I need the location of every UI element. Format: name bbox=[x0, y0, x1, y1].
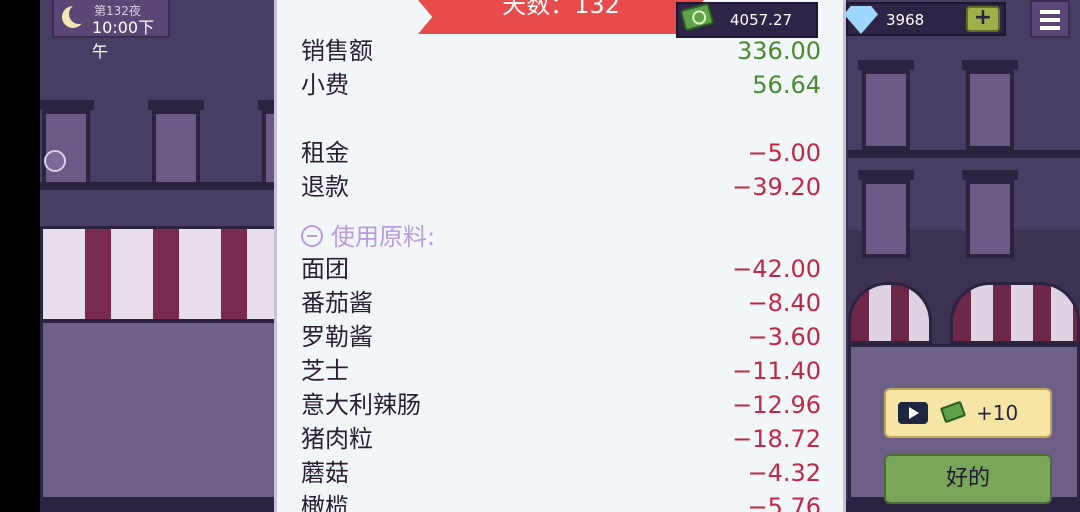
row-value: −39.20 bbox=[732, 173, 821, 201]
income-row: 小费 56.64 bbox=[301, 68, 821, 102]
awning-right-1 bbox=[848, 282, 932, 344]
ingredient-row: 意大利辣肠 −12.96 bbox=[301, 388, 821, 422]
cost-row: 退款 −39.20 bbox=[301, 170, 821, 204]
row-label: 销售额 bbox=[301, 37, 373, 65]
diamond-icon bbox=[844, 6, 878, 34]
ingredient-row: 芝士 −11.40 bbox=[301, 354, 821, 388]
ingredient-row: 罗勒酱 −3.60 bbox=[301, 320, 821, 354]
row-label: 猪肉粒 bbox=[301, 425, 373, 453]
cost-row: 租金 −5.00 bbox=[301, 136, 821, 170]
row-value: −11.40 bbox=[732, 357, 821, 385]
lamp-post bbox=[44, 150, 66, 172]
ingredient-row: 橄榄 −5.76 bbox=[301, 490, 821, 512]
day-banner: 天数：132 bbox=[418, 0, 704, 34]
window bbox=[148, 100, 204, 190]
row-label: 租金 bbox=[301, 139, 349, 167]
clock-time: 10:00下午 bbox=[92, 18, 155, 61]
row-label: 退款 bbox=[301, 173, 349, 201]
day-count: 天数：132 bbox=[502, 0, 620, 19]
row-label: 小费 bbox=[301, 71, 349, 99]
row-label: 面团 bbox=[301, 255, 349, 283]
awning-right-2 bbox=[950, 282, 1080, 344]
awning-left bbox=[40, 226, 280, 322]
row-value: −8.40 bbox=[747, 289, 821, 317]
storefront-left bbox=[40, 320, 280, 500]
row-label: 芝士 bbox=[301, 357, 349, 385]
menu-button[interactable] bbox=[1030, 0, 1070, 38]
window bbox=[40, 100, 94, 190]
row-label: 蘑菇 bbox=[301, 459, 349, 487]
cash-icon bbox=[679, 2, 715, 32]
night-time-badge: 第132夜 10:00下午 bbox=[52, 0, 170, 61]
window bbox=[962, 60, 1018, 150]
ingredient-row: 蘑菇 −4.32 bbox=[301, 456, 821, 490]
row-label: 罗勒酱 bbox=[301, 323, 373, 351]
hamburger-icon bbox=[1040, 10, 1060, 14]
ok-button[interactable]: 好的 bbox=[884, 454, 1052, 504]
row-label: 意大利辣肠 bbox=[301, 391, 421, 419]
income-row: 销售额 336.00 bbox=[301, 34, 821, 68]
money-counter: 4057.27 bbox=[676, 2, 818, 38]
window bbox=[858, 60, 914, 150]
ad-reward-amount: +10 bbox=[976, 401, 1019, 425]
row-label: 橄榄 bbox=[301, 493, 349, 512]
gem-value: 3968 bbox=[886, 11, 925, 29]
watch-ad-reward-button[interactable]: +10 bbox=[884, 388, 1052, 438]
ingredient-row: 面团 −42.00 bbox=[301, 252, 821, 286]
row-value: 336.00 bbox=[737, 37, 821, 65]
buy-gems-button[interactable]: + bbox=[966, 6, 1000, 32]
ingredients-section-toggle[interactable]: 使用原料: bbox=[301, 220, 435, 254]
row-value: −18.72 bbox=[732, 425, 821, 453]
row-value: −42.00 bbox=[732, 255, 821, 283]
window bbox=[962, 170, 1018, 258]
video-play-icon bbox=[898, 402, 928, 424]
cash-icon bbox=[939, 400, 967, 424]
row-value: −5.76 bbox=[747, 493, 821, 512]
row-value: −3.60 bbox=[747, 323, 821, 351]
collapse-icon bbox=[301, 225, 323, 247]
row-value: −12.96 bbox=[732, 391, 821, 419]
row-value: −5.00 bbox=[747, 139, 821, 167]
window bbox=[858, 170, 914, 258]
daily-report-receipt[interactable]: 销售额 336.00 小费 56.64 租金 −5.00 退款 −39.20 使… bbox=[274, 0, 846, 512]
ingredient-row: 番茄酱 −8.40 bbox=[301, 286, 821, 320]
row-value: 56.64 bbox=[752, 71, 821, 99]
ingredients-header: 使用原料: bbox=[331, 223, 436, 251]
ingredient-row: 猪肉粒 −18.72 bbox=[301, 422, 821, 456]
row-value: −4.32 bbox=[747, 459, 821, 487]
gem-counter: 3968 + bbox=[844, 2, 1006, 36]
row-label: 番茄酱 bbox=[301, 289, 373, 317]
money-value: 4057.27 bbox=[730, 11, 793, 29]
moon-icon bbox=[62, 4, 89, 28]
